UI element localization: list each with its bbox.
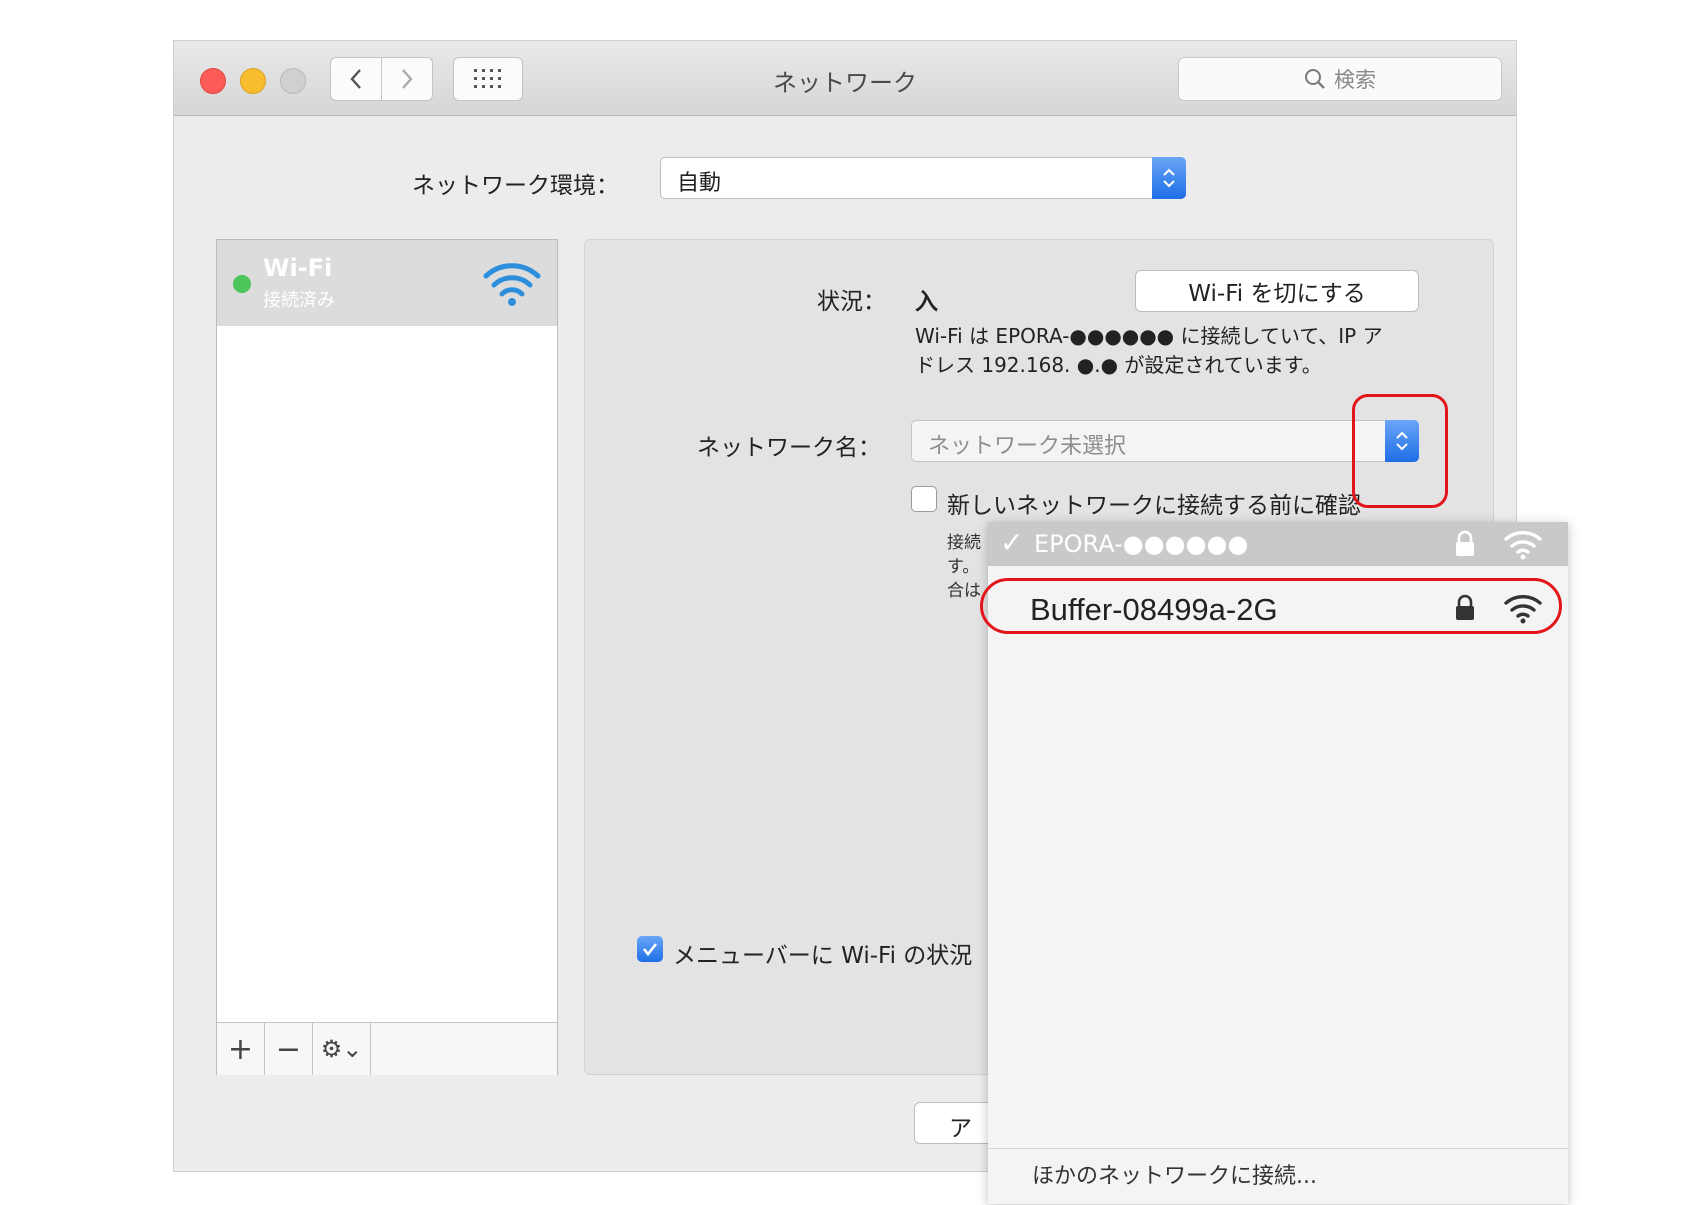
network-name-select[interactable]: ネットワーク未選択: [911, 420, 1419, 462]
status-description: Wi-Fi は EPORA-●●●●●● に接続していて、IP ア ドレス 19…: [915, 322, 1405, 380]
wifi-signal-icon: [1504, 531, 1542, 560]
search-field[interactable]: 検索: [1178, 57, 1502, 101]
remove-service-button[interactable]: −: [265, 1023, 313, 1075]
service-name: Wi-Fi: [263, 254, 333, 282]
menubar-checkbox[interactable]: [637, 936, 663, 962]
checkmark-icon: [642, 943, 658, 957]
updown-chevron-icon: [1163, 168, 1175, 188]
sidebar-item-wifi[interactable]: Wi-Fi 接続済み: [217, 240, 557, 326]
service-list: Wi-Fi 接続済み + − ⚙⌄: [216, 239, 558, 1075]
note-text: 合は: [947, 581, 981, 601]
search-placeholder: 検索: [1334, 68, 1376, 92]
add-service-button[interactable]: +: [217, 1023, 265, 1075]
location-value: 自動: [677, 171, 722, 196]
status-value: 入: [915, 289, 938, 315]
menu-item-network[interactable]: Buffer-08499a-2G: [980, 578, 1568, 640]
wifi-icon: [483, 263, 541, 306]
menubar-label: メニューバーに Wi-Fi の状況: [673, 943, 973, 969]
note-text: 接続: [947, 533, 981, 553]
network-name-placeholder: ネットワーク未選択: [928, 434, 1127, 459]
service-status: 接続済み: [263, 290, 335, 311]
menu-item-current-network[interactable]: ✓ EPORA-●●●●●●: [988, 522, 1568, 566]
status-desc-line: Wi-Fi は EPORA-●●●●●● に接続していて、IP ア: [915, 324, 1383, 348]
stepper-highlight: [1352, 394, 1448, 508]
title-bar: ネットワーク 検索: [174, 41, 1516, 116]
menu-separator: [988, 1148, 1568, 1149]
status-dot: [233, 275, 251, 293]
search-icon: [1305, 69, 1325, 89]
menu-item-join-other[interactable]: ほかのネットワークに接続...: [1032, 1158, 1317, 1190]
network-row-highlight: [980, 578, 1562, 634]
location-select[interactable]: 自動: [660, 157, 1186, 199]
assist-button[interactable]: アシ: [914, 1102, 994, 1144]
checkmark-icon: ✓: [1000, 526, 1024, 559]
ask-join-label: 新しいネットワークに接続する前に確認: [947, 493, 1361, 519]
network-dropdown-menu: ✓ EPORA-●●●●●● Buffer-08499a-2G ほかのネットワー…: [980, 522, 1568, 1204]
network-name-label: ネットワーク名：: [697, 435, 881, 461]
note-text: す。: [947, 557, 980, 577]
turn-wifi-off-button[interactable]: Wi-Fi を切にする: [1135, 270, 1419, 312]
gear-menu-button[interactable]: ⚙⌄: [313, 1023, 371, 1075]
service-list-toolbar: + − ⚙⌄: [217, 1022, 557, 1075]
location-stepper[interactable]: [1152, 157, 1186, 199]
status-desc-line: ドレス 192.168. ●.● が設定されています。: [915, 353, 1322, 377]
location-label: ネットワーク環境：: [412, 173, 619, 199]
status-label: 状況：: [817, 289, 886, 315]
lock-icon: [1456, 530, 1474, 556]
ask-join-checkbox[interactable]: [911, 486, 937, 512]
network-name: EPORA-●●●●●●: [1034, 530, 1249, 558]
